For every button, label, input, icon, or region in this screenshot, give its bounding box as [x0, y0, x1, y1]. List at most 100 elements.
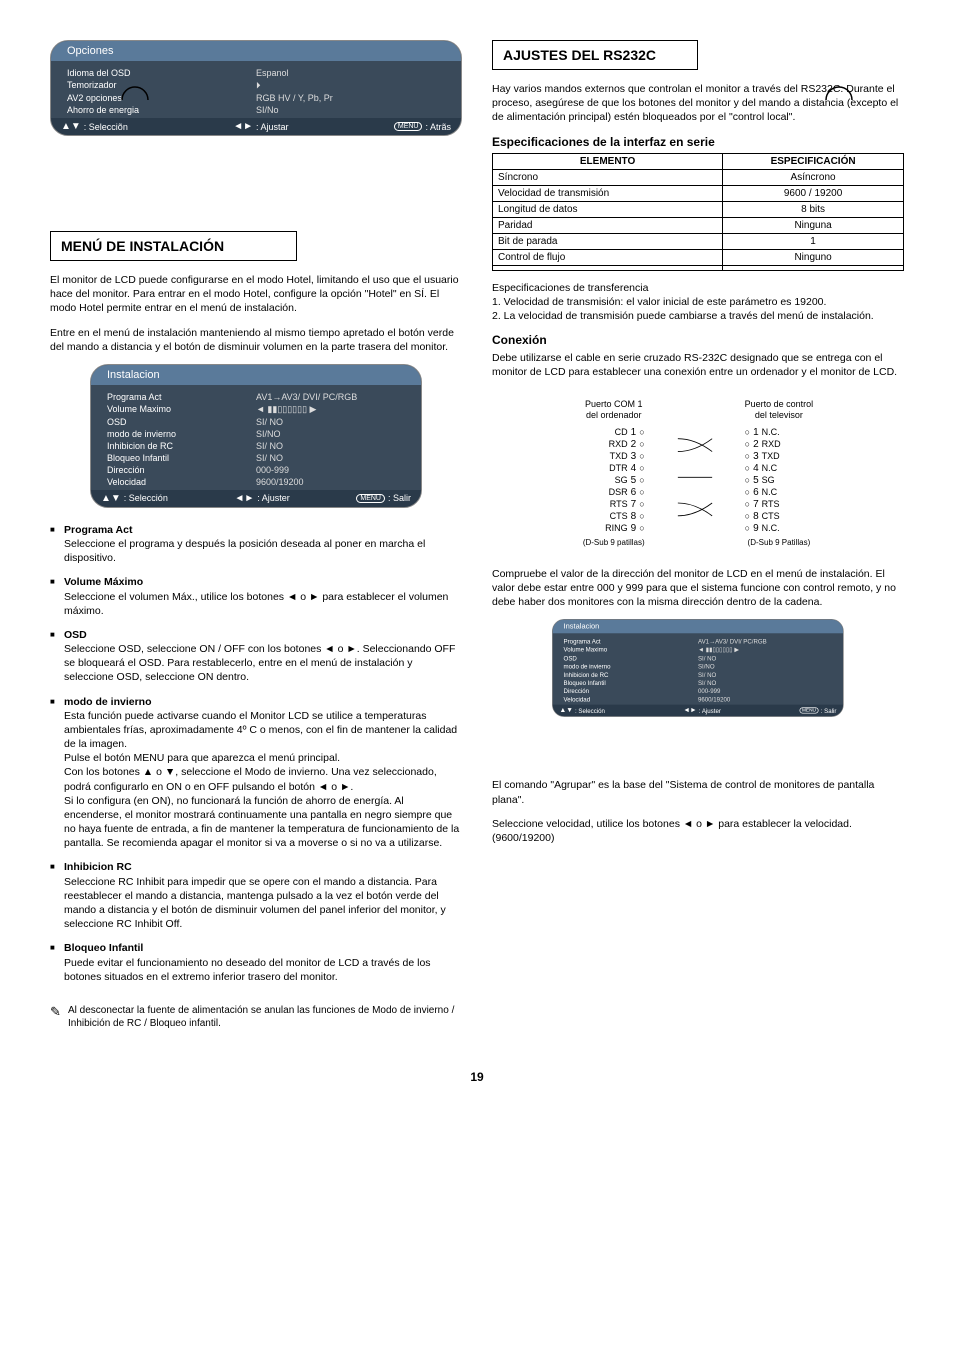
osd-row-value: ⏵: [256, 80, 445, 91]
pin-dot-icon: ○: [745, 499, 750, 509]
pin-dot-icon: ○: [639, 511, 644, 521]
osd-row: Volume Maximo◄ ▮▮▯▯▯▯▯▯ ▶: [107, 403, 405, 416]
pin-dot-icon: ○: [745, 439, 750, 449]
install-osd-panel-small: Instalacion Programa ActAV1→AV3/ DVI/ PC…: [552, 619, 844, 717]
updown-icon: ▲▼: [559, 707, 572, 714]
pin-row: TXD3○: [583, 451, 645, 462]
table-row: Longitud de datos8 bits: [493, 201, 904, 217]
table-cell: 1: [723, 233, 904, 249]
pin-row: CTS8○: [583, 511, 645, 522]
pin-label: RING: [596, 523, 628, 533]
install-item: Bloqueo InfantilPuede evitar el funciona…: [50, 941, 462, 984]
footer-back: MENU: Salir: [799, 707, 836, 714]
osd-row: modo de inviernoSI/NO: [564, 663, 833, 671]
crop-mark-icon: [120, 85, 150, 115]
osd-row-value: SI/NO: [698, 664, 832, 671]
pin-label: TXD: [762, 451, 794, 461]
osd-row-value: AV1→AV3/ DVI/ PC/RGB: [698, 639, 832, 646]
pin-row: ○9N.C.: [745, 523, 814, 534]
left-column: Opciones Idioma del OSDEspanolTemorizado…: [50, 40, 462, 1030]
pin-dot-icon: ○: [639, 499, 644, 509]
pin-label: DTR: [596, 463, 628, 473]
page-number: 19: [50, 1070, 904, 1084]
osd-row-value: 000-999: [256, 465, 405, 475]
osd-row-value: SI/No: [256, 105, 445, 115]
table-cell: Ninguno: [723, 249, 904, 265]
osd-row: Volume Maximo◄ ▮▮▯▯▯▯▯▯ ▶: [564, 646, 833, 655]
install-item-label: modo de invierno: [64, 695, 462, 709]
note-text: Al desconectar la fuente de alimentación…: [50, 1004, 462, 1030]
menu-pill-icon: MENU: [799, 708, 818, 714]
pin-number: 5: [631, 475, 637, 486]
install-osd-title: Instalacion: [553, 620, 844, 634]
footer-selection: ▲▼: Selección: [101, 493, 168, 504]
menu-pill-icon: MENU: [394, 122, 423, 131]
footer-selection: ▲▼: Selecciõn: [61, 121, 128, 132]
osd-row-value: SI/ NO: [256, 441, 405, 451]
pin-label: N.C: [762, 487, 794, 497]
body-paragraph: Entre en el menú de instalación mantenie…: [50, 326, 462, 354]
crossover-wires-icon: [675, 413, 715, 533]
install-item-text: Seleccione OSD, seleccione ON / OFF con …: [64, 643, 455, 683]
pin-number: 8: [631, 511, 637, 522]
osd-row: OSDSI/ NO: [564, 655, 833, 663]
pin-row: ○6N.C: [745, 487, 814, 498]
osd-row-label: Bloqueo Infantil: [564, 680, 698, 687]
osd-row-label: modo de invierno: [107, 429, 256, 439]
updown-icon: ▲▼: [61, 121, 81, 132]
osd-row-value: 9600/19200: [256, 477, 405, 487]
pin-label: SG: [596, 475, 628, 485]
pin-label: CTS: [596, 511, 628, 521]
osd-row-value: Espanol: [256, 68, 445, 78]
pin-dot-icon: ○: [745, 475, 750, 485]
pin-number: 3: [753, 451, 759, 462]
updown-icon: ▲▼: [101, 493, 121, 504]
pin-row: CD1○: [583, 427, 645, 438]
table-cell: Síncrono: [493, 169, 723, 185]
osd-row: Inhibicion de RCSI/ NO: [564, 671, 833, 679]
table-cell: Paridad: [493, 217, 723, 233]
table-row: SíncronoAsíncrono: [493, 169, 904, 185]
osd-row-value: SI/ NO: [256, 453, 405, 463]
install-item-label: OSD: [64, 628, 462, 642]
osd-row: Inhibicion de RCSI/ NO: [107, 440, 405, 452]
pin-number: 3: [631, 451, 637, 462]
osd-row: modo de inviernoSI/NO: [107, 428, 405, 440]
table-row: Velocidad de transmisión9600 / 19200: [493, 185, 904, 201]
pin-dot-icon: ○: [639, 463, 644, 473]
osd-row: Programa ActAV1→AV3/ DVI/ PC/RGB: [564, 638, 833, 646]
pin-row: ○7RTS: [745, 499, 814, 510]
pin-number: 6: [753, 487, 759, 498]
osd-row: Velocidad9600/19200: [564, 696, 833, 704]
pin-row: SG5○: [583, 475, 645, 486]
pin-label: RTS: [762, 499, 794, 509]
osd-row-value: SI/ NO: [698, 656, 832, 663]
osd-row-value: 9600/19200: [698, 696, 832, 703]
table-cell: Control de flujo: [493, 249, 723, 265]
install-item: Programa ActSeleccione el programa y des…: [50, 523, 462, 566]
install-item: OSDSeleccione OSD, seleccione ON / OFF c…: [50, 628, 462, 685]
pin-label: RTS: [596, 499, 628, 509]
pin-dot-icon: ○: [639, 475, 644, 485]
osd-row: Bloqueo InfantilSI/ NO: [107, 452, 405, 464]
pin-number: 1: [753, 427, 759, 438]
options-osd-panel: Opciones Idioma del OSDEspanolTemorizado…: [50, 40, 462, 136]
pin-label: N.C.: [762, 523, 794, 533]
pin-number: 8: [753, 511, 759, 522]
pin-label: CD: [596, 427, 628, 437]
pin-row: DSR6○: [583, 487, 645, 498]
serial-text: Especificaciones de transferencia 1. Vel…: [492, 281, 904, 324]
pin-label: RXD: [596, 439, 628, 449]
pin-row: DTR4○: [583, 463, 645, 474]
pin-dot-icon: ○: [745, 487, 750, 497]
footer-selection: ▲▼: Selección: [559, 707, 604, 714]
right-column: AJUSTES DEL RS232C Hay varios mandos ext…: [492, 40, 904, 1030]
osd-row: Idioma del OSDEspanol: [67, 67, 445, 79]
pin-row: ○5SG: [745, 475, 814, 486]
osd-row-value: SI/ NO: [256, 417, 405, 427]
install-osd-panel: Instalacion Programa ActAV1→AV3/ DVI/ PC…: [90, 364, 422, 508]
pin-dot-icon: ○: [745, 427, 750, 437]
pin-dot-icon: ○: [745, 463, 750, 473]
osd-row-value: AV1→AV3/ DVI/ PC/RGB: [256, 392, 405, 402]
osd-row-value: SI/ NO: [698, 680, 832, 687]
